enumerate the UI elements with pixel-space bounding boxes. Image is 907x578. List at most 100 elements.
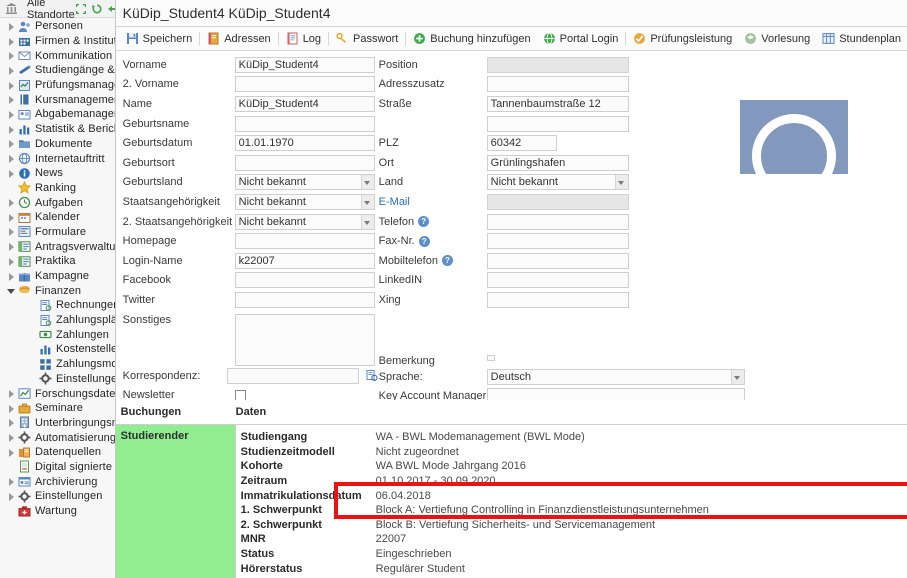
chevron-closed-icon[interactable]: [6, 403, 17, 414]
help-icon[interactable]: ?: [418, 216, 430, 228]
input-facebook[interactable]: [234, 272, 375, 289]
booking-list[interactable]: Studierender: [115, 425, 236, 578]
toolbar-stundenplan-button[interactable]: Stundenplan: [816, 28, 907, 50]
chevron-closed-icon[interactable]: [6, 417, 17, 428]
input-2-vorname[interactable]: [234, 76, 375, 93]
input-field[interactable]: [486, 115, 629, 132]
toolbar-log-button[interactable]: Log: [280, 28, 327, 50]
chevron-closed-icon[interactable]: [6, 241, 17, 252]
sidebar-item-formulare[interactable]: Formulare: [0, 225, 115, 240]
back-arrow-icon[interactable]: [107, 3, 115, 15]
sidebar-item-digital-signierte-dokumente[interactable]: Digital signierte Dokumente: [0, 460, 115, 475]
select-staatsangehörigkeit[interactable]: Nicht bekannt: [234, 193, 375, 210]
chevron-closed-icon[interactable]: [6, 138, 17, 149]
input-mobiltelefon[interactable]: [486, 252, 629, 269]
chevron-closed-icon[interactable]: [6, 168, 17, 179]
select-sprache[interactable]: Deutsch: [486, 368, 745, 385]
chevron-closed-icon[interactable]: [6, 21, 17, 32]
sidebar-item-internetauftritt[interactable]: Internetauftritt: [0, 151, 115, 166]
sidebar-item-kommunikation[interactable]: Kommunikation: [0, 48, 115, 63]
input-geburtsort[interactable]: [234, 154, 375, 171]
chevron-closed-icon[interactable]: [6, 153, 17, 164]
toolbar-speichern-button[interactable]: Speichern: [120, 28, 199, 50]
refresh-icon[interactable]: [91, 3, 103, 15]
sidebar-item-zahlungsmodelle[interactable]: Zahlungsmodelle: [0, 357, 115, 372]
chevron-closed-icon[interactable]: [6, 212, 17, 223]
chevron-closed-icon[interactable]: [6, 388, 17, 399]
textarea-bemerkung[interactable]: [486, 355, 495, 361]
sidebar-item-dokumente[interactable]: Dokumente: [0, 137, 115, 152]
chevron-closed-icon[interactable]: [6, 94, 17, 105]
select-2-staatsangehörigkeit[interactable]: Nicht bekannt: [234, 213, 375, 230]
chevron-open-icon[interactable]: [6, 285, 17, 296]
select-geburtsland[interactable]: Nicht bekannt: [234, 174, 375, 191]
sidebar-item-datenquellen[interactable]: Datenquellen: [0, 445, 115, 460]
sidebar-item-forschungsdatenbank[interactable]: Forschungsdatenbank: [0, 386, 115, 401]
sidebar-item-archivierung[interactable]: Archivierung: [0, 474, 115, 489]
input-vorname[interactable]: KüDip_Student4: [234, 56, 375, 73]
sidebar-item-seminare[interactable]: Seminare: [0, 401, 115, 416]
sidebar-item-abgabemanagement[interactable]: Abgabemanagement: [0, 107, 115, 122]
sidebar-item-einstellungen[interactable]: Einstellungen: [0, 372, 115, 387]
chevron-closed-icon[interactable]: [6, 432, 17, 443]
sidebar-item-kostenstellen[interactable]: Kostenstellen: [0, 342, 115, 357]
correspondence-picker-icon[interactable]: [365, 369, 378, 382]
sidebar-item-kalender[interactable]: Kalender: [0, 210, 115, 225]
sidebar-item-praktika[interactable]: Praktika: [0, 254, 115, 269]
toolbar-portal-login-button[interactable]: Portal Login: [537, 28, 625, 50]
chevron-closed-icon[interactable]: [6, 65, 17, 76]
input-adresszusatz[interactable]: [486, 76, 629, 93]
input-korrespondenz[interactable]: [227, 367, 359, 384]
chevron-closed-icon[interactable]: [6, 124, 17, 135]
sidebar-item-news[interactable]: News: [0, 166, 115, 181]
input-fax-nr[interactable]: [486, 233, 629, 250]
sidebar-item-kampagne[interactable]: Kampagne: [0, 269, 115, 284]
sidebar-item-unterbringungsmanagement[interactable]: Unterbringungsmanagement: [0, 416, 115, 431]
textarea-sonstiges[interactable]: [234, 313, 375, 366]
input-homepage[interactable]: [234, 233, 375, 250]
chevron-closed-icon[interactable]: [6, 256, 17, 267]
sidebar-item-ranking[interactable]: Ranking: [0, 181, 115, 196]
sidebar-item-aufgaben[interactable]: Aufgaben: [0, 195, 115, 210]
help-icon[interactable]: ?: [441, 255, 453, 267]
sidebar-item-einstellungen[interactable]: Einstellungen: [0, 489, 115, 504]
toolbar-vorlesung-button[interactable]: Vorlesung: [738, 28, 816, 50]
input-linkedin[interactable]: [486, 272, 629, 289]
sidebar-item-wartung[interactable]: Wartung: [0, 504, 115, 519]
toolbar-buchung-hinzuf-gen-button[interactable]: Buchung hinzufügen: [407, 28, 536, 50]
sidebar-item-antragsverwaltung[interactable]: Antragsverwaltung: [0, 239, 115, 254]
chevron-down-icon[interactable]: [360, 214, 374, 229]
chevron-down-icon[interactable]: [360, 194, 374, 209]
help-icon[interactable]: ?: [418, 235, 430, 247]
sidebar-item-firmen-institutionen[interactable]: Firmen & Institutionen: [0, 34, 115, 49]
chevron-closed-icon[interactable]: [6, 36, 17, 47]
chevron-closed-icon[interactable]: [6, 476, 17, 487]
toolbar-passwort-button[interactable]: Passwort: [330, 28, 404, 50]
collapse-all-icon[interactable]: [75, 3, 87, 15]
booking-item-studierender[interactable]: Studierender: [121, 430, 235, 442]
toolbar-adressen-button[interactable]: Adressen: [201, 28, 276, 50]
checkbox-newsletter[interactable]: [234, 389, 246, 401]
sidebar-item-finanzen[interactable]: Finanzen: [0, 283, 115, 298]
input-geburtsdatum[interactable]: 01.01.1970: [234, 135, 375, 152]
sidebar-item-personen[interactable]: Personen: [0, 19, 115, 34]
input-plz[interactable]: 60342: [486, 135, 557, 152]
chevron-down-icon[interactable]: [360, 175, 374, 190]
toolbar-pr-fungsleistung-button[interactable]: Prüfungsleistung: [627, 28, 738, 50]
input-login-name[interactable]: k22007: [234, 252, 375, 269]
sidebar-item-zahlungen[interactable]: Zahlungen: [0, 327, 115, 342]
sidebar-item-pr-fungsmanagement[interactable]: Prüfungsmanagement: [0, 78, 115, 93]
sidebar-item-kursmanagement[interactable]: Kursmanagement: [0, 92, 115, 107]
chevron-closed-icon[interactable]: [6, 50, 17, 61]
input-telefon[interactable]: [486, 213, 629, 230]
sidebar-item-studieng-nge-kohorten[interactable]: Studiengänge & Kohorten: [0, 63, 115, 78]
sidebar-item-zahlungspl-ne[interactable]: Zahlungspläne: [0, 313, 115, 328]
input-xing[interactable]: [486, 291, 629, 308]
chevron-closed-icon[interactable]: [6, 80, 17, 91]
chevron-down-icon[interactable]: [614, 175, 628, 190]
chevron-closed-icon[interactable]: [6, 226, 17, 237]
sidebar-item-rechnungen[interactable]: Rechnungen: [0, 298, 115, 313]
chevron-down-icon[interactable]: [730, 369, 744, 384]
chevron-closed-icon[interactable]: [6, 447, 17, 458]
sidebar-item-statistik-berichte[interactable]: Statistik & Berichte: [0, 122, 115, 137]
